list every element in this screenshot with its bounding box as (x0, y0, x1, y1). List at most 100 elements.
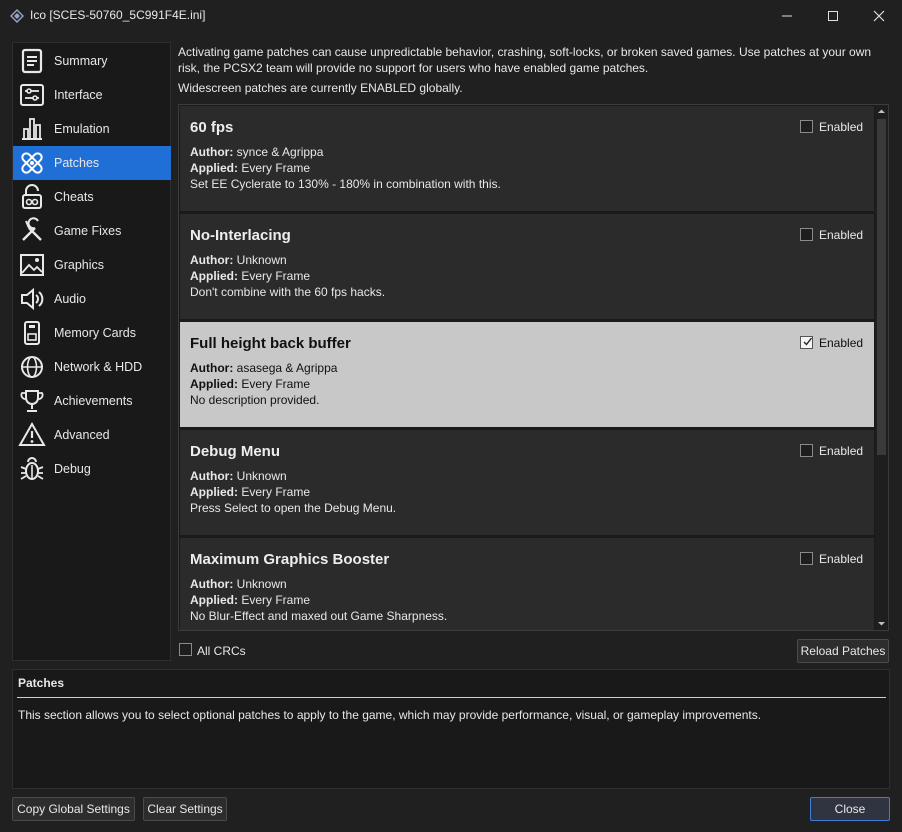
help-panel: Patches This section allows you to selec… (12, 669, 890, 789)
patch-description: Press Select to open the Debug Menu. (190, 501, 397, 515)
settings-sidebar: Summary Interface Emulation Patches Chea… (12, 42, 171, 661)
applied-label: Applied: (190, 485, 238, 499)
widescreen-status-text: Widescreen patches are currently ENABLED… (178, 81, 463, 95)
scroll-down-arrow-icon[interactable] (875, 617, 888, 630)
tools-icon (22, 217, 42, 241)
reload-patches-button[interactable]: Reload Patches (797, 639, 889, 663)
patch-enabled-checkbox[interactable] (800, 228, 813, 241)
sidebar-item-achievements[interactable]: Achievements (13, 384, 171, 418)
author-label: Author: (190, 145, 234, 159)
bandage-icon (21, 152, 43, 174)
sidebar-item-audio[interactable]: Audio (13, 282, 171, 316)
patch-applied-line: Applied: Every Frame (190, 377, 310, 391)
sidebar-item-label: Memory Cards (54, 326, 136, 340)
help-title: Patches (18, 676, 65, 690)
patch-applied: Every Frame (241, 269, 311, 283)
patch-item[interactable]: 60 fps Author: synce & Agrippa Applied: … (180, 106, 874, 212)
patch-item[interactable]: Maximum Graphics Booster Author: Unknown… (180, 538, 874, 630)
maximize-button[interactable] (810, 0, 856, 32)
minimize-button[interactable] (764, 0, 810, 32)
window-close-button[interactable] (856, 0, 902, 32)
sidebar-item-network-hdd[interactable]: Network & HDD (13, 350, 171, 384)
sidebar-item-memory-cards[interactable]: Memory Cards (13, 316, 171, 350)
patch-description: No description provided. (190, 393, 320, 407)
scrollbar-thumb[interactable] (877, 119, 886, 455)
sidebar-item-cheats[interactable]: Cheats (13, 180, 171, 214)
trophy-icon (20, 390, 44, 412)
patch-applied-line: Applied: Every Frame (190, 485, 310, 499)
applied-label: Applied: (190, 377, 238, 391)
all-crcs-label[interactable]: All CRCs (197, 644, 246, 658)
patch-description: Set EE Cyclerate to 130% - 180% in combi… (190, 177, 501, 191)
sidebar-item-label: Graphics (54, 258, 105, 272)
applied-label: Applied: (190, 593, 238, 607)
all-crcs-checkbox[interactable] (179, 643, 192, 656)
sidebar-item-advanced[interactable]: Advanced (13, 418, 171, 452)
patch-enabled-label[interactable]: Enabled (819, 552, 863, 566)
patch-author-line: Author: asasega & Agrippa (190, 361, 337, 375)
sidebar-item-label: Advanced (54, 428, 110, 442)
sidebar-item-label: Interface (54, 88, 103, 102)
pcsx2-logo-icon (10, 9, 24, 23)
sidebar-item-label: Cheats (54, 190, 94, 204)
patch-item[interactable]: Full height back buffer Author: asasega … (180, 322, 874, 428)
patch-name: Debug Menu (190, 443, 280, 460)
sidebar-item-game-fixes[interactable]: Game Fixes (13, 214, 171, 248)
cheats-icon (22, 184, 42, 209)
applied-label: Applied: (190, 161, 238, 175)
patch-applied-line: Applied: Every Frame (190, 161, 310, 175)
patch-enabled-label[interactable]: Enabled (819, 336, 863, 350)
patch-enabled-label[interactable]: Enabled (819, 444, 863, 458)
sidebar-item-label: Achievements (54, 394, 133, 408)
patch-author-line: Author: Unknown (190, 469, 287, 483)
copy-global-settings-button[interactable]: Copy Global Settings (12, 797, 135, 821)
patch-author: Unknown (236, 577, 287, 591)
close-button[interactable]: Close (810, 797, 890, 821)
patch-applied-line: Applied: Every Frame (190, 593, 310, 607)
patch-name: Maximum Graphics Booster (190, 551, 390, 568)
patch-author: Unknown (236, 253, 287, 267)
patch-enabled-checkbox[interactable] (800, 552, 813, 565)
sidebar-item-summary[interactable]: Summary (13, 44, 171, 78)
sidebar-item-emulation[interactable]: Emulation (13, 112, 171, 146)
patch-author-line: Author: Unknown (190, 577, 287, 591)
patch-author-line: Author: Unknown (190, 253, 287, 267)
scroll-up-arrow-icon[interactable] (875, 105, 888, 118)
maximize-icon (828, 11, 838, 21)
patch-enabled-label[interactable]: Enabled (819, 228, 863, 242)
clear-settings-button[interactable]: Clear Settings (143, 797, 227, 821)
help-text: This section allows you to select option… (18, 708, 762, 722)
memory-card-icon (24, 321, 40, 345)
sidebar-item-label: Summary (54, 54, 108, 68)
patch-enabled-checkbox[interactable] (800, 120, 813, 133)
help-divider (17, 697, 886, 698)
minimize-icon (782, 15, 792, 17)
author-label: Author: (190, 253, 234, 267)
title-bar: Ico [SCES-50760_5C991F4E.ini] (0, 0, 902, 32)
sidebar-item-interface[interactable]: Interface (13, 78, 171, 112)
sidebar-item-label: Network & HDD (54, 360, 143, 374)
patch-author: synce & Agrippa (236, 145, 324, 159)
patch-list-scrollbar[interactable] (875, 105, 888, 630)
patch-item[interactable]: No-Interlacing Author: Unknown Applied: … (180, 214, 874, 320)
patch-item[interactable]: Debug Menu Author: Unknown Applied: Ever… (180, 430, 874, 536)
patch-enabled-label[interactable]: Enabled (819, 120, 863, 134)
patch-warning-text: Activating game patches can cause unpred… (178, 45, 872, 75)
patch-enabled-checkbox[interactable] (800, 336, 813, 349)
patch-applied-line: Applied: Every Frame (190, 269, 310, 283)
sidebar-item-graphics[interactable]: Graphics (13, 248, 171, 282)
sidebar-item-patches[interactable]: Patches (13, 146, 171, 180)
window-title: Ico [SCES-50760_5C991F4E.ini] (30, 8, 206, 22)
patch-applied: Every Frame (241, 377, 311, 391)
close-icon (873, 10, 885, 22)
patch-enabled-checkbox[interactable] (800, 444, 813, 457)
globe-icon (21, 356, 43, 378)
speaker-icon (21, 287, 44, 311)
patch-list[interactable]: 60 fps Author: synce & Agrippa Applied: … (178, 104, 889, 631)
sidebar-item-debug[interactable]: Debug (13, 452, 171, 486)
patch-applied: Every Frame (241, 161, 311, 175)
image-icon (20, 254, 44, 276)
patch-description: Don't combine with the 60 fps hacks. (190, 285, 386, 299)
patch-name: 60 fps (190, 119, 234, 136)
patch-applied: Every Frame (241, 485, 311, 499)
